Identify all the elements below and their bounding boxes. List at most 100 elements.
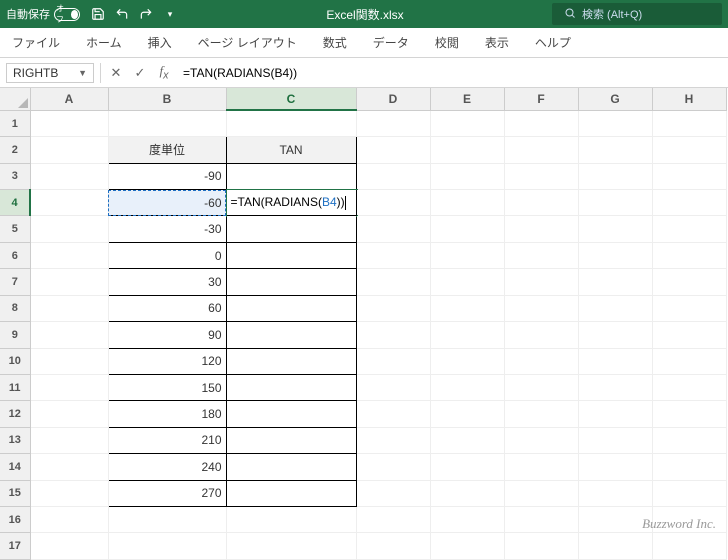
cell[interactable] bbox=[652, 269, 726, 295]
cell[interactable] bbox=[356, 506, 430, 532]
cell[interactable] bbox=[578, 454, 652, 480]
cell[interactable] bbox=[430, 322, 504, 348]
row-header[interactable]: 15 bbox=[0, 480, 30, 506]
tab-view[interactable]: 表示 bbox=[483, 28, 511, 57]
cell[interactable] bbox=[30, 269, 108, 295]
col-header-H[interactable]: H bbox=[652, 88, 726, 110]
accept-formula-icon[interactable]: ✓ bbox=[131, 65, 149, 81]
cell[interactable] bbox=[578, 322, 652, 348]
cell[interactable] bbox=[652, 374, 726, 400]
cell[interactable] bbox=[652, 322, 726, 348]
cell[interactable] bbox=[226, 533, 356, 560]
cell[interactable] bbox=[430, 427, 504, 453]
cell[interactable] bbox=[578, 163, 652, 189]
cell[interactable] bbox=[108, 110, 226, 136]
cell[interactable] bbox=[30, 322, 108, 348]
cell[interactable] bbox=[356, 216, 430, 242]
cell[interactable] bbox=[504, 348, 578, 374]
cell[interactable] bbox=[652, 190, 726, 216]
cell[interactable] bbox=[108, 533, 226, 560]
cell[interactable] bbox=[504, 110, 578, 136]
cell[interactable] bbox=[356, 110, 430, 136]
cell[interactable] bbox=[504, 137, 578, 163]
cell[interactable] bbox=[30, 533, 108, 560]
cell[interactable] bbox=[30, 506, 108, 532]
cell[interactable] bbox=[356, 242, 430, 268]
cell[interactable] bbox=[578, 533, 652, 560]
cell[interactable] bbox=[504, 374, 578, 400]
cell[interactable]: 270 bbox=[108, 480, 226, 506]
cell[interactable] bbox=[504, 295, 578, 321]
cell[interactable] bbox=[430, 137, 504, 163]
cell[interactable] bbox=[578, 401, 652, 427]
row-header[interactable]: 12 bbox=[0, 401, 30, 427]
cell[interactable]: 度単位 bbox=[108, 137, 226, 163]
cell[interactable] bbox=[226, 216, 356, 242]
col-header-C[interactable]: C bbox=[226, 88, 356, 110]
undo-icon[interactable] bbox=[114, 6, 130, 22]
col-header-G[interactable]: G bbox=[578, 88, 652, 110]
tab-data[interactable]: データ bbox=[371, 28, 411, 57]
cell[interactable] bbox=[578, 506, 652, 532]
cell[interactable] bbox=[652, 533, 726, 560]
cell[interactable] bbox=[356, 163, 430, 189]
tab-review[interactable]: 校閲 bbox=[433, 28, 461, 57]
cell[interactable]: 180 bbox=[108, 401, 226, 427]
cell[interactable] bbox=[504, 190, 578, 216]
cell[interactable] bbox=[30, 163, 108, 189]
cell[interactable] bbox=[30, 427, 108, 453]
cell[interactable] bbox=[226, 427, 356, 453]
cell[interactable] bbox=[30, 110, 108, 136]
cell[interactable] bbox=[226, 401, 356, 427]
cell[interactable] bbox=[30, 480, 108, 506]
cell[interactable] bbox=[652, 401, 726, 427]
col-header-D[interactable]: D bbox=[356, 88, 430, 110]
cell[interactable]: TAN bbox=[226, 137, 356, 163]
row-header[interactable]: 8 bbox=[0, 295, 30, 321]
cancel-formula-icon[interactable]: ✕ bbox=[107, 65, 125, 81]
cell[interactable] bbox=[356, 533, 430, 560]
cell[interactable] bbox=[30, 348, 108, 374]
cell[interactable] bbox=[30, 190, 108, 216]
cell[interactable] bbox=[430, 242, 504, 268]
cell[interactable] bbox=[226, 269, 356, 295]
cell[interactable] bbox=[652, 454, 726, 480]
row-header[interactable]: 9 bbox=[0, 322, 30, 348]
save-icon[interactable] bbox=[90, 6, 106, 22]
cell[interactable] bbox=[108, 506, 226, 532]
cell[interactable] bbox=[430, 348, 504, 374]
cell[interactable] bbox=[430, 533, 504, 560]
cell[interactable] bbox=[430, 163, 504, 189]
cell[interactable] bbox=[652, 427, 726, 453]
cell[interactable]: 150 bbox=[108, 374, 226, 400]
cell[interactable] bbox=[504, 163, 578, 189]
cell[interactable] bbox=[578, 110, 652, 136]
cell[interactable] bbox=[652, 110, 726, 136]
row-header[interactable]: 16 bbox=[0, 506, 30, 532]
tab-insert[interactable]: 挿入 bbox=[146, 28, 174, 57]
cell[interactable] bbox=[430, 506, 504, 532]
row-header[interactable]: 3 bbox=[0, 163, 30, 189]
formula-input[interactable] bbox=[179, 64, 722, 82]
cell[interactable] bbox=[30, 454, 108, 480]
cell[interactable] bbox=[578, 427, 652, 453]
row-header[interactable]: 13 bbox=[0, 427, 30, 453]
spreadsheet-grid[interactable]: A B C D E F G H 1 2度単位TAN 3-90 4 -60 =TA… bbox=[0, 88, 728, 560]
col-header-E[interactable]: E bbox=[430, 88, 504, 110]
row-header[interactable]: 4 bbox=[0, 190, 30, 216]
cell[interactable] bbox=[578, 137, 652, 163]
cell[interactable] bbox=[356, 295, 430, 321]
cell[interactable] bbox=[504, 454, 578, 480]
cell[interactable] bbox=[578, 190, 652, 216]
row-header[interactable]: 5 bbox=[0, 216, 30, 242]
cell[interactable] bbox=[30, 216, 108, 242]
cell[interactable] bbox=[652, 242, 726, 268]
cell[interactable] bbox=[652, 216, 726, 242]
chevron-down-icon[interactable]: ▼ bbox=[78, 68, 87, 78]
row-header[interactable]: 1 bbox=[0, 110, 30, 136]
cell[interactable] bbox=[226, 506, 356, 532]
cell[interactable] bbox=[504, 216, 578, 242]
search-box[interactable]: 検索 (Alt+Q) bbox=[552, 3, 722, 25]
cell[interactable] bbox=[356, 401, 430, 427]
cell[interactable] bbox=[226, 163, 356, 189]
